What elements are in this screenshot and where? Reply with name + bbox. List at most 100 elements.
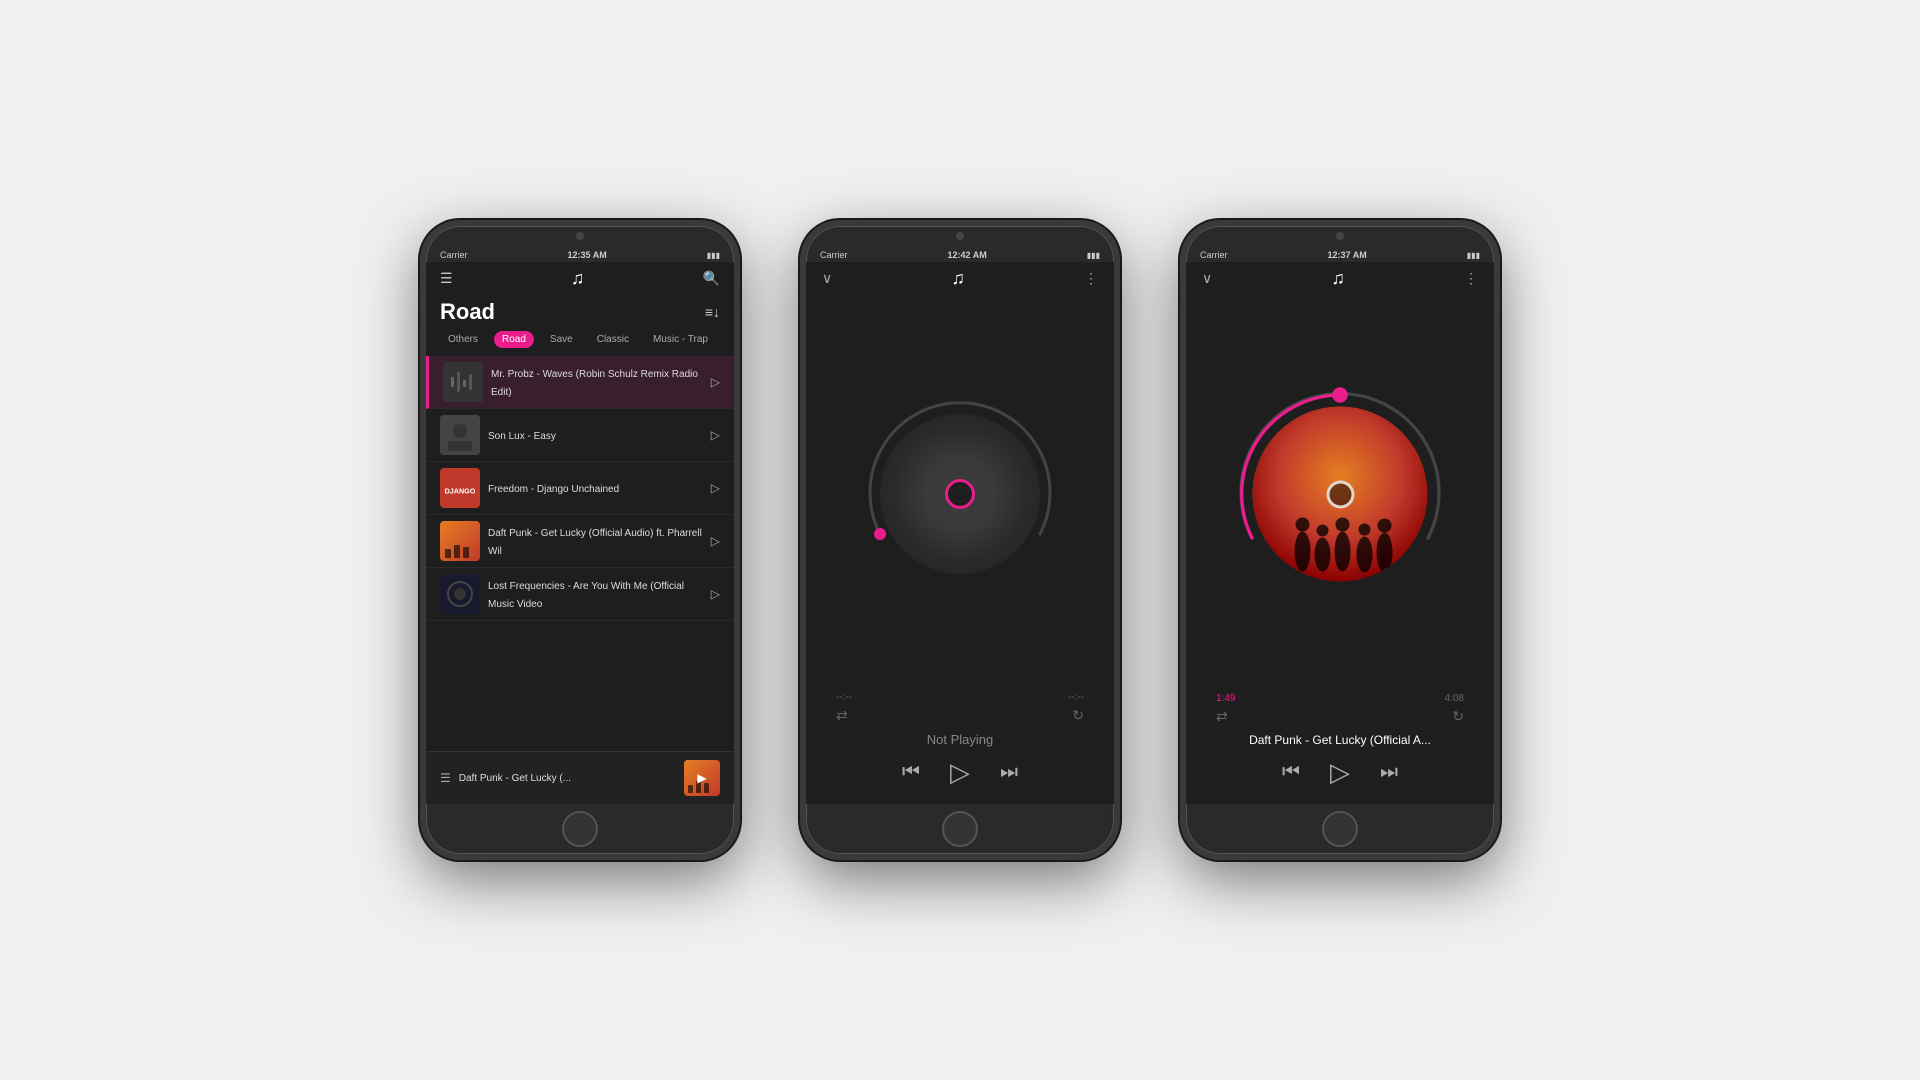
front-camera	[576, 232, 584, 240]
sort-icon: ≡↓	[705, 304, 720, 320]
main-controls-2: ⏮ ▷ ⏭	[806, 757, 1114, 804]
front-camera-2	[956, 232, 964, 240]
song-name-2: Son Lux - Easy	[488, 431, 556, 442]
status-icons-2: ▮▮▮	[1087, 251, 1100, 260]
playlist-title: Road	[440, 299, 495, 325]
menu-icon[interactable]: ☰	[440, 270, 453, 287]
song-thumb-2	[440, 415, 480, 455]
chevron-down-icon-3[interactable]: ∨	[1202, 270, 1212, 287]
song-info-4: Daft Punk - Get Lucky (Official Audio) f…	[488, 523, 703, 559]
search-icon[interactable]: 🔍	[703, 270, 720, 287]
album-art-3	[1253, 407, 1428, 582]
mini-player-title: Daft Punk - Get Lucky (...	[459, 773, 676, 784]
song-list: Mr. Probz - Waves (Robin Schulz Remix Ra…	[426, 356, 734, 751]
play-btn-5[interactable]: ▷	[711, 587, 720, 601]
status-bar-2: Carrier 12:42 AM ▮▮▮	[806, 246, 1114, 262]
vinyl-circle-2	[860, 394, 1060, 594]
home-button-3[interactable]	[1322, 811, 1358, 847]
more-options-icon-2[interactable]: ⋮	[1084, 270, 1098, 287]
more-options-icon-3[interactable]: ⋮	[1464, 270, 1478, 287]
play-btn-1[interactable]: ▷	[711, 375, 720, 389]
next-btn-2[interactable]: ⏭	[1000, 761, 1018, 784]
music-note-icon-3: ♫	[1331, 268, 1345, 289]
vinyl-area-2	[806, 295, 1114, 692]
cat-save[interactable]: Save	[542, 331, 581, 348]
prev-btn-3[interactable]: ⏮	[1282, 761, 1300, 784]
main-controls-3: ⏮ ▷ ⏭	[1186, 757, 1494, 804]
playlist-title-row: Road ≡↓	[426, 295, 734, 331]
play-btn-4[interactable]: ▷	[711, 534, 720, 548]
song-thumb-4	[440, 521, 480, 561]
time-row-3: 1:49 4:08	[1186, 693, 1494, 704]
shuffle-btn-2[interactable]: ⇄	[836, 707, 848, 724]
vinyl-disc-2	[880, 414, 1040, 574]
phone-1-top	[426, 226, 734, 246]
song-item-1[interactable]: Mr. Probz - Waves (Robin Schulz Remix Ra…	[426, 356, 734, 409]
phone-3-top	[1186, 226, 1494, 246]
vinyl-area-3	[1186, 295, 1494, 693]
cat-road[interactable]: Road	[494, 331, 534, 348]
carrier-text-2: Carrier	[820, 250, 848, 260]
prev-btn-2[interactable]: ⏮	[902, 761, 920, 784]
song-thumb-5	[440, 574, 480, 614]
vinyl-center-3	[1326, 480, 1354, 508]
player-header-2: ∨ ♫ ⋮	[806, 262, 1114, 295]
status-bar-1: Carrier 12:35 AM ▮▮▮	[426, 246, 734, 262]
repeat-btn-3[interactable]: ↻	[1452, 708, 1464, 725]
next-btn-3[interactable]: ⏭	[1380, 761, 1398, 784]
time-elapsed-3: 1:49	[1216, 693, 1235, 704]
play-btn-3[interactable]: ▷	[711, 481, 720, 495]
song-info-3: Freedom - Django Unchained	[488, 479, 703, 497]
song-name-4: Daft Punk - Get Lucky (Official Audio) f…	[488, 528, 702, 557]
time-total-3: 4:08	[1445, 693, 1464, 704]
mini-player[interactable]: ☰ Daft Punk - Get Lucky (... ▶	[426, 751, 734, 804]
home-button-2[interactable]	[942, 811, 978, 847]
song-name-3: Freedom - Django Unchained	[488, 484, 619, 495]
repeat-btn-2[interactable]: ↻	[1072, 707, 1084, 724]
song-item-4[interactable]: Daft Punk - Get Lucky (Official Audio) f…	[426, 515, 734, 568]
status-bar-3: Carrier 12:37 AM ▮▮▮	[1186, 246, 1494, 262]
carrier-text-3: Carrier	[1200, 250, 1228, 260]
music-note-icon-2: ♫	[951, 268, 965, 289]
phone-3-bottom	[1186, 804, 1494, 854]
chevron-down-icon-2[interactable]: ∨	[822, 270, 832, 287]
phone-1-bottom	[426, 804, 734, 854]
cat-music-trap[interactable]: Music - Trap	[645, 331, 716, 348]
phone-2: Carrier 12:42 AM ▮▮▮ ∨ ♫ ⋮	[800, 220, 1120, 860]
song-info-1: Mr. Probz - Waves (Robin Schulz Remix Ra…	[491, 364, 703, 400]
play-btn-main-3[interactable]: ▷	[1330, 757, 1350, 788]
song-item-5[interactable]: Lost Frequencies - Are You With Me (Offi…	[426, 568, 734, 621]
now-playing-label: Not Playing	[806, 732, 1114, 747]
vinyl-disc-3	[1253, 407, 1428, 582]
shuffle-btn-3[interactable]: ⇄	[1216, 708, 1228, 725]
song-title-player: Daft Punk - Get Lucky (Official A...	[1186, 733, 1494, 757]
front-camera-3	[1336, 232, 1344, 240]
mini-menu-icon[interactable]: ☰	[440, 771, 451, 785]
phone1-header: ☰ ♫ 🔍	[426, 262, 734, 295]
song-name-5: Lost Frequencies - Are You With Me (Offi…	[488, 581, 684, 610]
time-row-2: --:-- --:--	[806, 692, 1114, 703]
phone-2-bottom	[806, 804, 1114, 854]
play-btn-main-2[interactable]: ▷	[950, 757, 970, 788]
phone-1: Carrier 12:35 AM ▮▮▮ ☰ ♫ 🔍 Road ≡↓ Other…	[420, 220, 740, 860]
play-btn-2[interactable]: ▷	[711, 428, 720, 442]
category-tabs: Others Road Save Classic Music - Trap	[426, 331, 734, 348]
svg-text:DJANGO: DJANGO	[445, 486, 476, 495]
song-thumb-3: DJANGO	[440, 468, 480, 508]
home-button-1[interactable]	[562, 811, 598, 847]
cat-others[interactable]: Others	[440, 331, 486, 348]
time-total-2: --:--	[1068, 692, 1084, 703]
cat-classic[interactable]: Classic	[589, 331, 637, 348]
vinyl-center-2	[945, 479, 975, 509]
phone-3: Carrier 12:37 AM ▮▮▮ ∨ ♫ ⋮	[1180, 220, 1500, 860]
time-display-2: 12:42 AM	[948, 250, 987, 260]
player-header-3: ∨ ♫ ⋮	[1186, 262, 1494, 295]
phone-2-top	[806, 226, 1114, 246]
carrier-text: Carrier	[440, 250, 468, 260]
song-item-2[interactable]: Son Lux - Easy ▷	[426, 409, 734, 462]
controls-row-2: ⇄ ↻	[806, 707, 1114, 724]
status-icons: ▮▮▮	[707, 251, 720, 260]
status-icons-3: ▮▮▮	[1467, 251, 1480, 260]
vinyl-circle-3	[1230, 384, 1450, 604]
song-item-3[interactable]: DJANGO Freedom - Django Unchained ▷	[426, 462, 734, 515]
